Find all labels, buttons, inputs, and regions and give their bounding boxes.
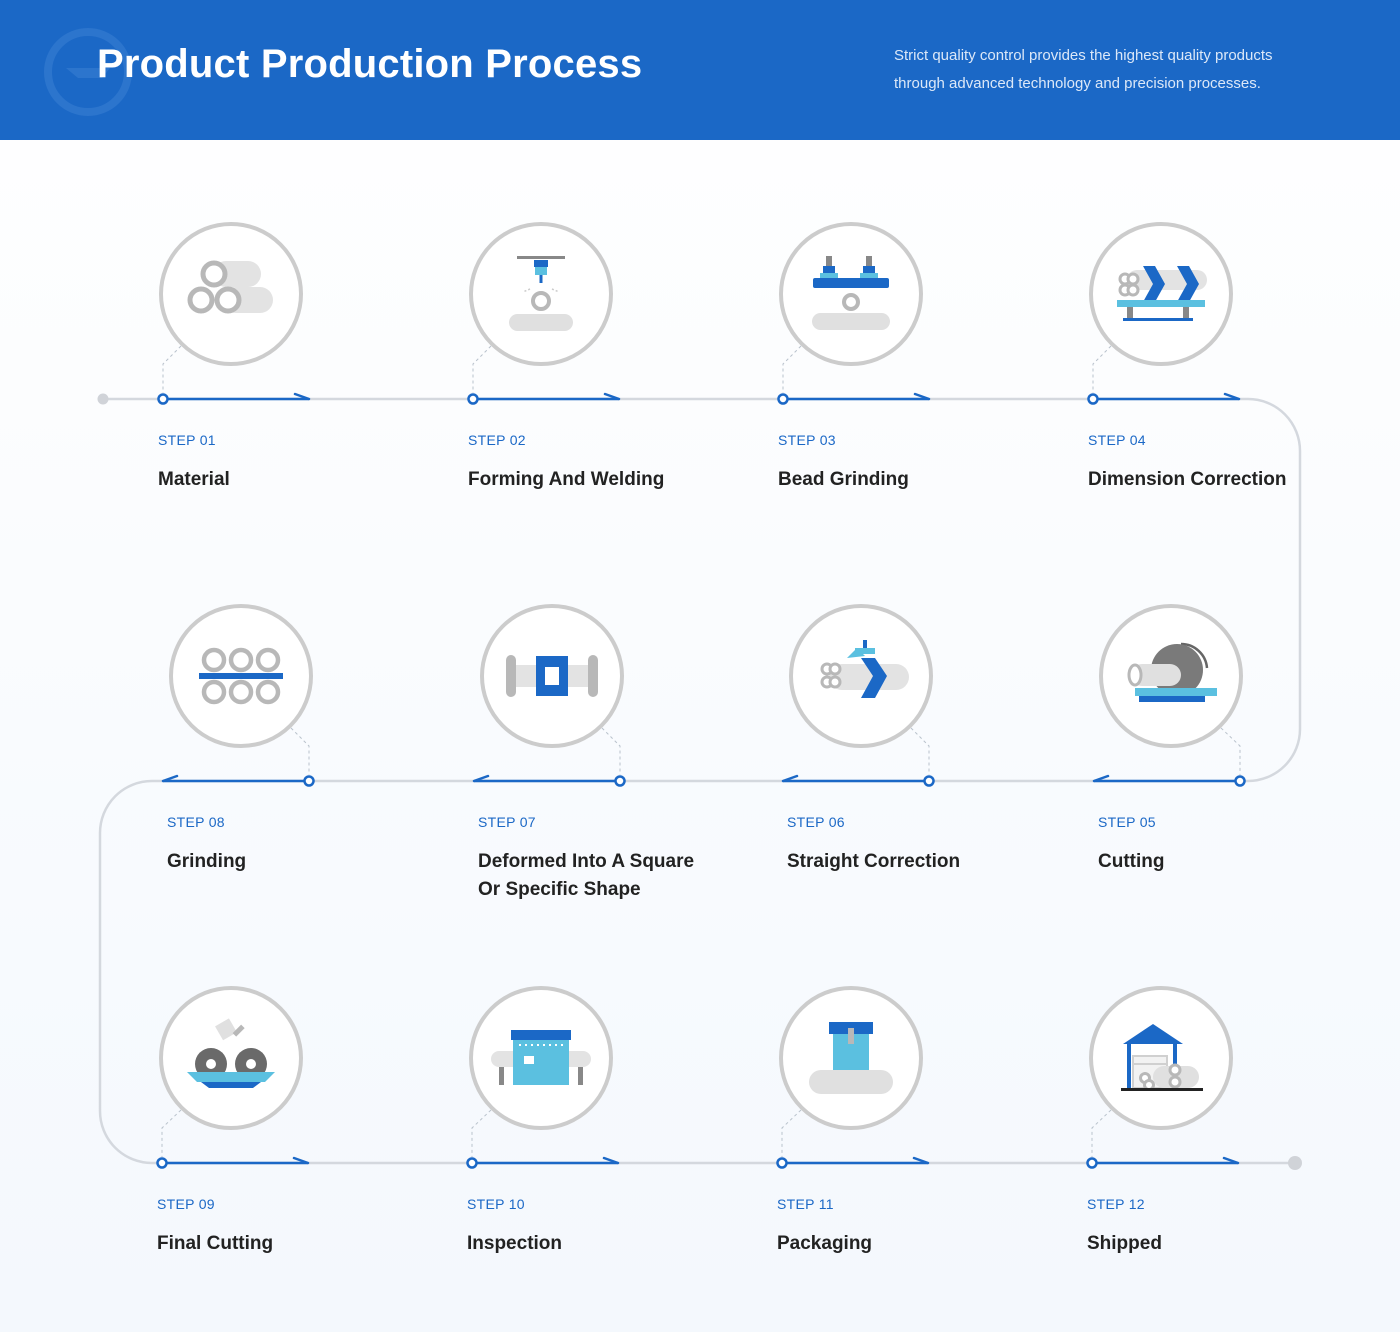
cutting-saw-icon xyxy=(1099,604,1243,748)
step-node xyxy=(1086,1157,1098,1169)
step-node xyxy=(466,1157,478,1169)
inspection-machine-icon xyxy=(469,986,613,1130)
leader-line xyxy=(290,727,310,775)
step-05: STEP 05 Cutting xyxy=(1098,814,1164,876)
step-node xyxy=(467,393,479,405)
step-number: STEP 07 xyxy=(478,814,536,830)
leader-line xyxy=(471,1109,492,1157)
step-node xyxy=(157,393,169,405)
step-name: Shipped xyxy=(1087,1233,1162,1254)
step-name: Dimension Correction xyxy=(1088,469,1287,490)
step-node xyxy=(614,775,626,787)
leader-line xyxy=(1092,345,1112,393)
step-name: Packaging xyxy=(777,1233,873,1254)
step-number: STEP 10 xyxy=(467,1196,525,1212)
track-end-dot xyxy=(1288,1156,1302,1170)
leader-line xyxy=(472,345,492,393)
step-node xyxy=(776,1157,788,1169)
step-name-line-1: Deformed Into A Square xyxy=(478,851,695,872)
leader-line xyxy=(910,727,930,775)
track-start-dot xyxy=(97,393,109,405)
step-06: STEP 06 Straight Correction xyxy=(787,814,960,876)
straightener-icon xyxy=(789,604,933,748)
step-name: Deformed Into A Square Or Specific Shape xyxy=(478,848,694,904)
square-die-icon xyxy=(480,604,624,748)
process-flow xyxy=(97,222,1302,1170)
step-11: STEP 11 Packaging xyxy=(777,1196,872,1258)
welding-torch-icon xyxy=(469,222,613,366)
step-08: STEP 08 Grinding xyxy=(167,814,246,876)
step-name: Inspection xyxy=(467,1233,563,1254)
step-number: STEP 04 xyxy=(1088,432,1146,448)
pipe-bundle-icon xyxy=(169,604,313,748)
leader-line xyxy=(1220,727,1241,775)
step-name: Final Cutting xyxy=(157,1233,274,1254)
step-node xyxy=(156,1157,168,1169)
step-number: STEP 05 xyxy=(1098,814,1156,830)
leader-line xyxy=(782,345,802,393)
bead-grinder-icon xyxy=(779,222,923,366)
step-node xyxy=(923,775,935,787)
step-name: Grinding xyxy=(167,851,247,872)
step-01: STEP 01 Material xyxy=(158,432,230,494)
step-02: STEP 02 Forming And Welding xyxy=(468,432,664,494)
step-number: STEP 12 xyxy=(1087,1196,1145,1212)
pipe-stack-icon xyxy=(159,222,303,366)
step-10: STEP 10 Inspection xyxy=(467,1196,562,1258)
step-node xyxy=(1234,775,1246,787)
step-name: Cutting xyxy=(1098,851,1165,872)
step-number: STEP 02 xyxy=(468,432,526,448)
step-12: STEP 12 Shipped xyxy=(1087,1196,1162,1258)
step-name: Bead Grinding xyxy=(778,469,909,490)
step-markers xyxy=(156,345,1246,1169)
leader-line xyxy=(162,345,182,393)
leader-line xyxy=(601,727,621,775)
leader-line xyxy=(1091,1109,1112,1157)
final-cutter-icon xyxy=(159,986,303,1130)
step-number: STEP 11 xyxy=(777,1196,834,1212)
step-03: STEP 03 Bead Grinding xyxy=(778,432,909,494)
step-number: STEP 03 xyxy=(778,432,836,448)
step-node xyxy=(777,393,789,405)
step-name-line-2: Or Specific Shape xyxy=(478,879,641,900)
step-name: Forming And Welding xyxy=(468,469,665,490)
step-node xyxy=(303,775,315,787)
step-07: STEP 07 Deformed Into A Square Or Specif… xyxy=(478,814,694,904)
step-name: Material xyxy=(158,469,230,490)
step-number: STEP 01 xyxy=(158,432,216,448)
step-number: STEP 06 xyxy=(787,814,845,830)
step-09: STEP 09 Final Cutting xyxy=(157,1196,273,1258)
step-number: STEP 09 xyxy=(157,1196,215,1212)
step-name: Straight Correction xyxy=(787,851,961,872)
leader-line xyxy=(781,1109,802,1157)
warehouse-icon xyxy=(1089,986,1233,1130)
sizing-rollers-icon xyxy=(1089,222,1233,366)
leader-line xyxy=(161,1109,182,1157)
step-number: STEP 08 xyxy=(167,814,225,830)
package-box-icon xyxy=(779,986,923,1130)
step-04: STEP 04 Dimension Correction xyxy=(1088,432,1286,494)
step-node xyxy=(1087,393,1099,405)
